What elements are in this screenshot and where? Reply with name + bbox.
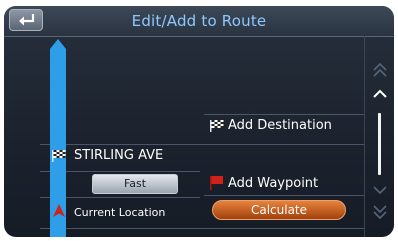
add-destination-label: Add Destination bbox=[228, 118, 332, 133]
scroll-top-icon[interactable] bbox=[371, 62, 389, 78]
divider bbox=[40, 228, 364, 229]
scroll-up-icon[interactable] bbox=[371, 86, 389, 102]
add-waypoint-label: Add Waypoint bbox=[228, 176, 319, 191]
title-bar: Edit/Add to Route bbox=[4, 6, 394, 37]
route-line-tip bbox=[50, 39, 66, 49]
back-arrow-icon bbox=[19, 14, 35, 26]
scroll-divider bbox=[364, 36, 365, 237]
scroll-down-icon[interactable] bbox=[371, 182, 389, 198]
divider bbox=[40, 144, 364, 145]
scroll-bar[interactable] bbox=[378, 113, 381, 175]
divider bbox=[204, 195, 364, 196]
calculate-button[interactable]: Calculate bbox=[212, 200, 346, 220]
red-flag-icon bbox=[210, 176, 223, 190]
scroll-bottom-icon[interactable] bbox=[371, 204, 389, 220]
screen: Edit/Add to Route Add Destination STIRLI… bbox=[0, 0, 398, 241]
destination-name: STIRLING AVE bbox=[74, 148, 164, 163]
route-option-button[interactable]: Fast bbox=[92, 174, 178, 194]
nav-display: Edit/Add to Route Add Destination STIRLI… bbox=[4, 6, 394, 237]
divider bbox=[204, 114, 364, 115]
checkered-flag-icon bbox=[52, 150, 66, 162]
current-location-label: Current Location bbox=[74, 206, 166, 219]
location-arrow-icon bbox=[53, 204, 65, 217]
back-button[interactable] bbox=[9, 9, 43, 31]
page-title: Edit/Add to Route bbox=[131, 12, 267, 30]
checkered-flag-icon bbox=[210, 120, 224, 132]
